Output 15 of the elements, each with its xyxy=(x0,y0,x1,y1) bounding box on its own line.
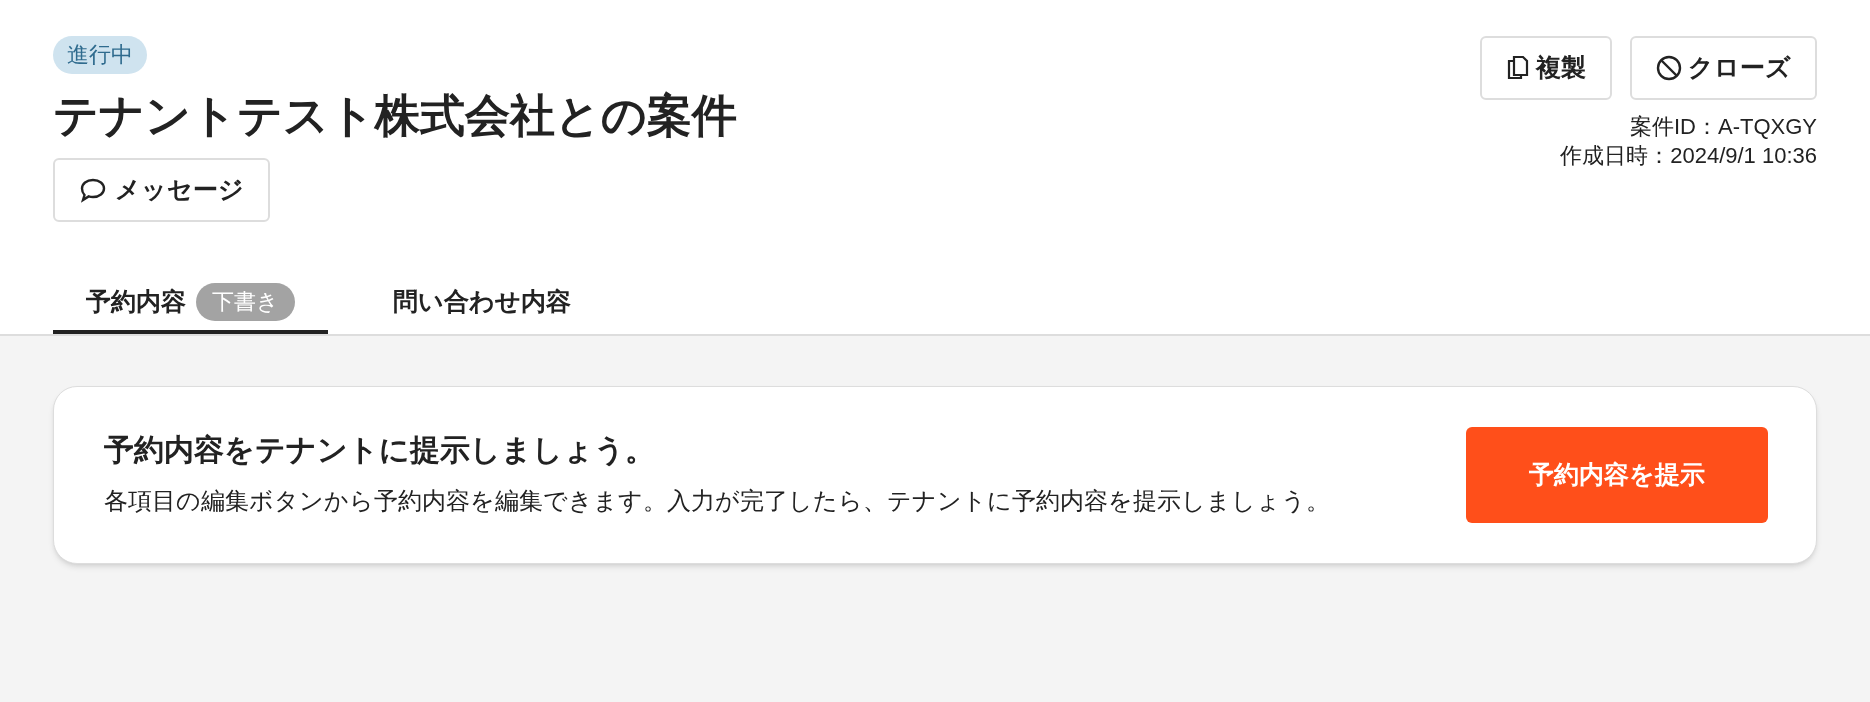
card-description: 各項目の編集ボタンから予約内容を編集できます。入力が完了したら、テナントに予約内容を提示しましょう。 xyxy=(104,486,1331,516)
card-title: 予約内容をテナントに提示しましょう。 xyxy=(104,432,656,468)
tab[interactable]: 予約内容 下書き xyxy=(53,274,328,334)
page-title: テナントテスト株式会社との案件 xyxy=(53,89,737,143)
meta-text: 作成日時：2024/9/1 10:36 xyxy=(1560,142,1817,170)
close-case-button[interactable]: クローズ xyxy=(1630,36,1817,100)
duplicate-button[interactable]: 複製 xyxy=(1480,36,1612,100)
prohibited-icon xyxy=(1656,55,1682,81)
message-button[interactable]: メッセージ xyxy=(53,158,270,222)
speech-bubble-icon xyxy=(79,177,107,203)
status-badge: 進行中 xyxy=(53,36,147,74)
draft-badge: 下書き xyxy=(196,283,295,321)
copy-icon xyxy=(1506,55,1530,81)
tab[interactable]: 問い合わせ内容 xyxy=(328,274,636,334)
meta-text: 案件ID：A-TQXGY xyxy=(1630,113,1817,141)
